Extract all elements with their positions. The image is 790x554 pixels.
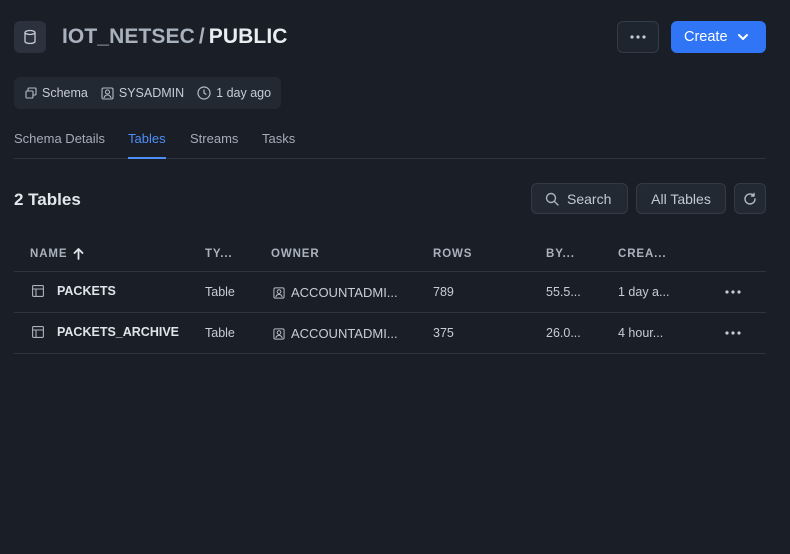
table-icon <box>32 326 44 338</box>
more-horizontal-icon <box>725 290 741 294</box>
meta-owner-label: SYSADMIN <box>118 86 185 100</box>
column-header-type[interactable]: TY... <box>205 248 233 260</box>
tab-tables[interactable]: Tables <box>128 131 166 159</box>
table-filter-select[interactable]: All Tables <box>636 183 726 214</box>
chevron-down-icon <box>737 34 748 40</box>
user-icon <box>101 86 114 100</box>
create-button-label: Create <box>684 29 728 45</box>
breadcrumb-schema: PUBLIC <box>208 25 288 48</box>
column-header-rows[interactable]: ROWS <box>433 248 472 260</box>
meta-type: Schema <box>25 86 88 100</box>
database-icon-box <box>14 21 46 53</box>
row-more-button[interactable] <box>723 285 743 299</box>
search-icon <box>545 192 559 206</box>
search-button-label: Search <box>567 190 612 207</box>
row-name-cell[interactable]: PACKETS <box>32 284 116 298</box>
row-created-cell: 4 hour... <box>618 326 664 340</box>
table-count: 2 Tables <box>14 190 81 209</box>
user-icon <box>273 286 285 299</box>
schema-meta-bar: Schema SYSADMIN 1 day ago <box>14 77 281 109</box>
tab-schema-details[interactable]: Schema Details <box>14 131 105 159</box>
row-owner-cell: ACCOUNTADMI... <box>273 285 398 300</box>
more-actions-button[interactable] <box>617 21 659 53</box>
search-button[interactable]: Search <box>531 183 628 214</box>
refresh-icon <box>744 192 756 205</box>
table-row[interactable]: PACKETS Table ACCOUNTADMI... 789 55.5...… <box>14 272 766 313</box>
create-button[interactable]: Create <box>671 21 766 53</box>
table-icon <box>32 285 44 297</box>
more-horizontal-icon <box>630 35 646 39</box>
more-horizontal-icon <box>725 331 741 335</box>
column-header-owner[interactable]: OWNER <box>271 248 320 260</box>
row-created-cell: 1 day a... <box>618 285 670 299</box>
row-owner-cell: ACCOUNTADMI... <box>273 326 398 341</box>
row-type-cell: Table <box>205 285 235 299</box>
row-bytes-cell: 55.5... <box>546 285 581 299</box>
breadcrumb-database[interactable]: IOT_NETSEC <box>62 25 195 48</box>
column-header-created[interactable]: CREA... <box>618 248 666 260</box>
breadcrumb-separator: / <box>198 25 205 48</box>
column-header-bytes[interactable]: BY... <box>546 248 575 260</box>
database-icon <box>24 29 36 45</box>
row-bytes-cell: 26.0... <box>546 326 581 340</box>
meta-created-label: 1 day ago <box>216 86 272 100</box>
meta-created: 1 day ago <box>197 86 271 100</box>
row-name-cell[interactable]: PACKETS_ARCHIVE <box>32 325 179 339</box>
row-type-cell: Table <box>205 326 235 340</box>
meta-owner: SYSADMIN <box>101 86 184 100</box>
row-rows-cell: 789 <box>433 285 454 299</box>
row-rows-cell: 375 <box>433 326 454 340</box>
clock-icon <box>197 86 211 100</box>
user-icon <box>273 327 285 340</box>
tab-tasks[interactable]: Tasks <box>262 131 295 159</box>
table-row[interactable]: PACKETS_ARCHIVE Table ACCOUNTADMI... 375… <box>14 313 766 354</box>
tab-streams[interactable]: Streams <box>190 131 238 159</box>
arrow-up-icon <box>74 248 84 260</box>
schema-icon <box>25 87 37 99</box>
row-more-button[interactable] <box>723 326 743 340</box>
refresh-button[interactable] <box>734 183 766 214</box>
meta-type-label: Schema <box>42 86 88 100</box>
tab-bar: Schema Details Tables Streams Tasks <box>14 131 766 159</box>
column-header-name[interactable]: NAME <box>30 248 84 260</box>
page-title: IOT_NETSEC / PUBLIC <box>62 24 288 50</box>
table-header: NAME TY... OWNER ROWS BY... CREA... <box>14 239 766 272</box>
